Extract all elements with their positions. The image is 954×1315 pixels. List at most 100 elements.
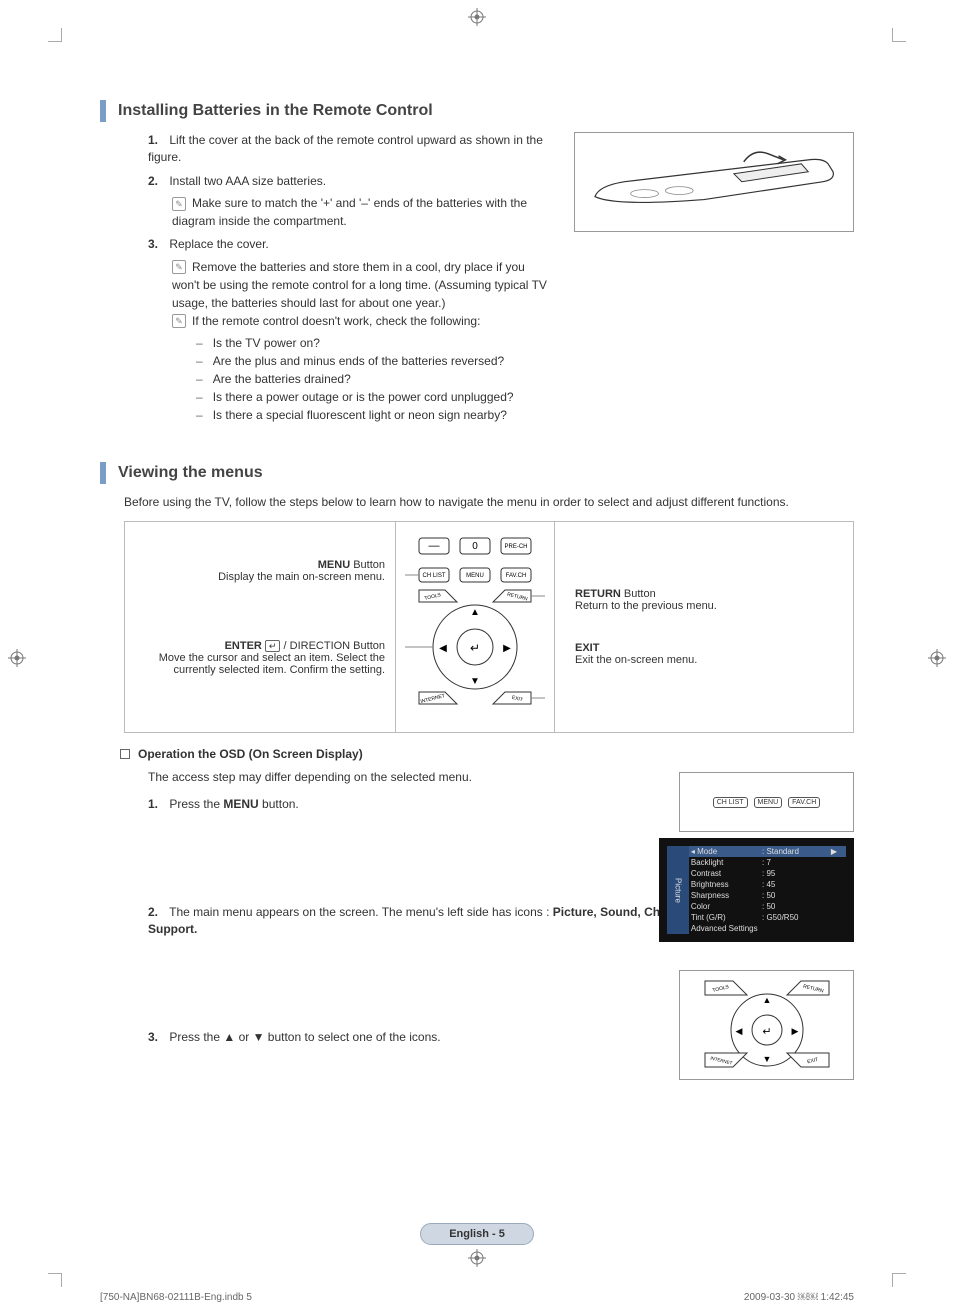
minus-btn: —	[429, 540, 440, 552]
callout-bold: ENTER	[225, 640, 262, 652]
section-title: Viewing the menus	[100, 462, 854, 484]
chlist-pill: CH LIST	[713, 797, 748, 808]
osd-row-val: : G50/R50	[760, 912, 829, 923]
check-item: Are the batteries drained?	[196, 370, 554, 388]
prech-btn: PRE-CH	[504, 544, 527, 550]
section-intro: Before using the TV, follow the steps be…	[124, 494, 854, 511]
step-text: Press the ▲ or ▼ button to select one of…	[169, 1030, 440, 1044]
osd-row-label: Brightness	[689, 879, 760, 890]
osd-row-label: Color	[689, 901, 760, 912]
callout-desc: Exit the on-screen menu.	[575, 654, 697, 666]
note-text: If the remote control doesn't work, chec…	[192, 314, 480, 328]
note-list: ✎Remove the batteries and store them in …	[148, 258, 554, 424]
print-metadata: [750-NA]BN68-02111B-Eng.indb 5 2009-03-3…	[100, 1292, 854, 1303]
check-item: Is the TV power on?	[196, 334, 554, 352]
osd-menu-screenshot: Picture ◂ Mode: Standard▶ Backlight: 7 C…	[659, 838, 854, 942]
callout-bold: RETURN	[575, 588, 621, 600]
remote-center-figure: — 0 PRE-CH CH LIST MENU FAV.CH TOOLS RET…	[395, 522, 555, 732]
step-text-post: button.	[259, 797, 299, 811]
step-text-pre: Press the	[169, 797, 223, 811]
osd-row-label: Contrast	[689, 868, 760, 879]
svg-text:▲: ▲	[762, 995, 771, 1005]
return-button-callout: RETURN Button Return to the previous men…	[575, 588, 843, 612]
svg-text:◀: ◀	[735, 1026, 742, 1036]
svg-text:↵: ↵	[762, 1026, 771, 1038]
osd-row-val: : 95	[760, 868, 829, 879]
troubleshoot-list: Is the TV power on? Are the plus and min…	[172, 334, 554, 424]
page-indicator: English - 5	[420, 1223, 534, 1245]
check-item: Is there a special fluorescent light or …	[196, 406, 554, 424]
step-text-pre: The main menu appears on the screen. The…	[169, 905, 553, 919]
step-text-bold: MENU	[223, 797, 258, 811]
svg-text:◀: ◀	[439, 643, 447, 654]
svg-text:▲: ▲	[470, 607, 480, 618]
osd-side-tab: Picture	[667, 846, 689, 934]
enter-center-icon: ↵	[470, 641, 480, 655]
section-title-text: Installing Batteries in the Remote Contr…	[118, 102, 433, 120]
note-icon: ✎	[172, 314, 186, 328]
step-number: 1.	[148, 132, 166, 149]
remote-menu-row-figure: CH LIST MENU FAV.CH	[679, 772, 854, 832]
enter-button-callout: ENTER ↵ / DIRECTION Button Move the curs…	[135, 640, 385, 676]
install-steps-list: 1. Lift the cover at the back of the rem…	[100, 132, 554, 424]
svg-text:▶: ▶	[791, 1026, 798, 1036]
osd-arrow: ▶	[829, 846, 846, 857]
print-timestamp: 2009-03-30 ￼￼ 1:42:45	[744, 1292, 854, 1303]
step-text: Replace the cover.	[169, 237, 268, 251]
osd-mode-val: : Standard	[760, 846, 829, 857]
check-item: Are the plus and minus ends of the batte…	[196, 352, 554, 370]
osd-row-label: Backlight	[689, 857, 760, 868]
section-title: Installing Batteries in the Remote Contr…	[100, 100, 854, 122]
step-number: 2.	[148, 904, 166, 921]
favch-btn: FAV.CH	[506, 573, 527, 579]
title-accent-bar	[100, 100, 106, 122]
step-number: 2.	[148, 173, 166, 190]
callout-bold: MENU	[318, 559, 350, 571]
osd-subheading: Operation the OSD (On Screen Display)	[120, 747, 854, 761]
registration-mark-bottom	[468, 1249, 486, 1267]
osd-row-val: : 7	[760, 857, 829, 868]
step-text: Install two AAA size batteries.	[169, 174, 326, 188]
favch-pill: FAV.CH	[788, 797, 820, 808]
chlist-btn: CH LIST	[422, 573, 445, 579]
note-text: Remove the batteries and store them in a…	[172, 260, 547, 310]
osd-subheading-text: Operation the OSD (On Screen Display)	[138, 747, 363, 761]
svg-text:▶: ▶	[503, 643, 511, 654]
osd-row-label: Sharpness	[689, 890, 760, 901]
section-title-text: Viewing the menus	[118, 464, 263, 482]
remote-battery-figure	[574, 132, 854, 430]
section-viewing-menus: Viewing the menus Before using the TV, f…	[100, 462, 854, 1046]
menu-button-callout: MENU Button Display the main on-screen m…	[135, 559, 385, 583]
callout-suffix: Button	[350, 559, 385, 571]
remote-illustration	[585, 142, 843, 221]
osd-mode-label: Mode	[697, 847, 717, 856]
note-text: Make sure to match the '+' and '–' ends …	[172, 196, 527, 228]
note-icon: ✎	[172, 197, 186, 211]
osd-row-val: : 50	[760, 890, 829, 901]
step-text: Lift the cover at the back of the remote…	[148, 133, 543, 164]
note-list: ✎Make sure to match the '+' and '–' ends…	[148, 194, 554, 230]
square-bullet-icon	[120, 749, 130, 759]
enter-icon: ↵	[265, 640, 281, 652]
step-number: 3.	[148, 1029, 166, 1046]
step-number: 3.	[148, 236, 166, 253]
callout-desc: Return to the previous menu.	[575, 600, 717, 612]
callout-bold: EXIT	[575, 642, 599, 654]
remote-nav-diagram: MENU Button Display the main on-screen m…	[124, 521, 854, 733]
dpad-figure: TOOLS RETURN ↵ ▲ ▼ ◀ ▶ INTERNET EXIT	[679, 970, 854, 1080]
exit-button-callout: EXIT Exit the on-screen menu.	[575, 642, 843, 666]
menu-btn: MENU	[466, 573, 484, 579]
menu-pill: MENU	[754, 797, 783, 808]
page-footer: English - 5	[0, 1223, 954, 1245]
callout-suffix: Button	[621, 588, 656, 600]
step-number: 1.	[148, 796, 166, 813]
zero-btn: 0	[472, 541, 478, 552]
osd-row-val: : 50	[760, 901, 829, 912]
svg-text:▼: ▼	[762, 1054, 771, 1064]
svg-text:▼: ▼	[470, 676, 480, 687]
check-item: Is there a power outage or is the power …	[196, 388, 554, 406]
osd-row-val: : 45	[760, 879, 829, 890]
osd-row-label: Advanced Settings	[689, 923, 846, 934]
callout-suffix: / DIRECTION Button	[284, 640, 385, 652]
note-icon: ✎	[172, 260, 186, 274]
